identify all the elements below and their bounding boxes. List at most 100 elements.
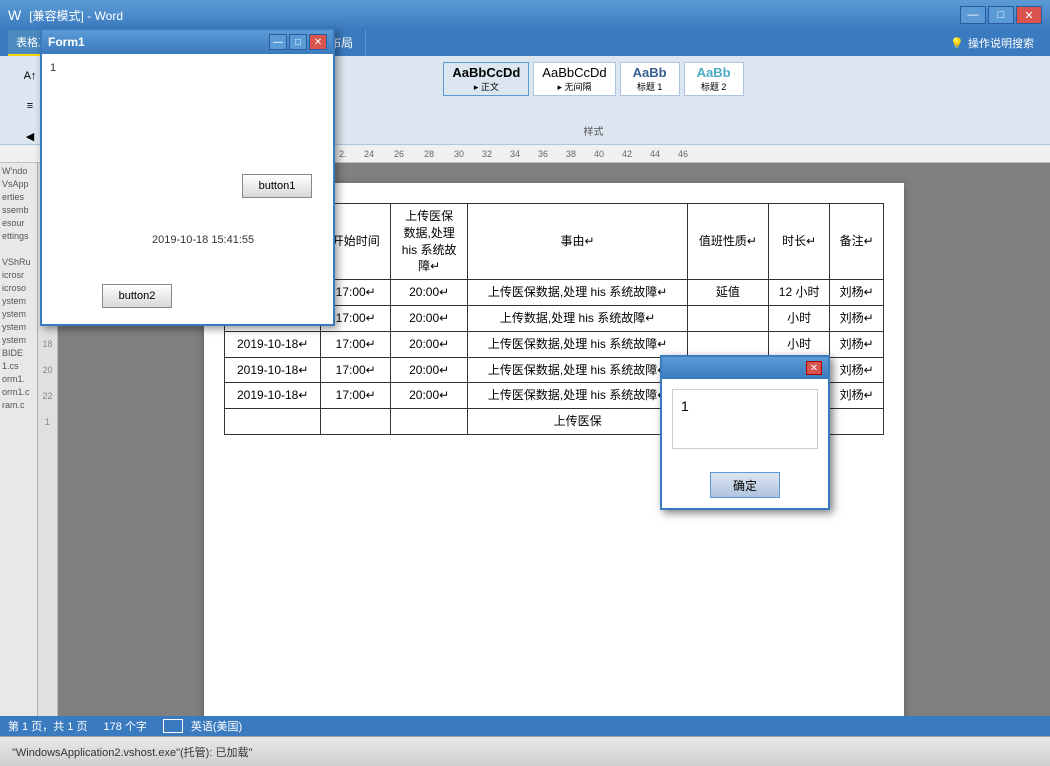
ruler-44: 44 <box>650 149 660 159</box>
title-bar: W [兼容模式] - Word — □ ✕ <box>0 0 1050 30</box>
table-row-2: 2019-10-18↵ 17:00↵ 20:00↵ 上传医保数据,处理 his … <box>225 331 884 357</box>
ruler-38: 38 <box>566 149 576 159</box>
cell-end-1: 20:00↵ <box>391 305 468 331</box>
status-bar: 第 1 页，共 1 页 178 个字 英语(美国) <box>0 716 1050 736</box>
minimize-button[interactable]: — <box>960 6 986 24</box>
form1-datetime: 2019-10-18 15:41:55 <box>152 234 254 246</box>
cell-start-2: 17:00↵ <box>321 331 391 357</box>
cell-note-0: 刘杨↵ <box>830 280 884 306</box>
form1-window: Form1 — □ ✕ 1 button1 2019-10-18 15:41:5… <box>40 28 335 326</box>
cell-date-4: 2019-10-18↵ <box>225 383 321 409</box>
dialog-confirm-btn[interactable]: 确定 <box>710 472 780 498</box>
form1-button1[interactable]: button1 <box>242 174 312 198</box>
cell-end-4: 20:00↵ <box>391 383 468 409</box>
title-bar-controls: — □ ✕ <box>960 6 1042 24</box>
sidebar-item-4: esour <box>2 217 35 229</box>
form1-label: 1 <box>50 62 56 74</box>
form1-minimize-btn[interactable]: — <box>269 34 287 50</box>
cell-dur-2: 小时 <box>768 331 829 357</box>
col-note: 备注↵ <box>830 204 884 280</box>
cell-date-3: 2019-10-18↵ <box>225 357 321 383</box>
title-bar-left: W [兼容模式] - Word <box>8 7 123 24</box>
cell-end-5 <box>391 409 468 435</box>
cell-reason-2: 上传医保数据,处理 his 系统故障↵ <box>468 331 688 357</box>
search-hint: 操作说明搜索 <box>968 35 1034 51</box>
cell-reason-3: 上传医保数据,处理 his 系统故障↵ <box>468 357 688 383</box>
sidebar-item-16: orm1. <box>2 373 35 385</box>
maximize-button[interactable]: □ <box>988 6 1014 24</box>
form1-close-btn[interactable]: ✕ <box>309 34 327 50</box>
cell-note-3: 刘杨↵ <box>830 357 884 383</box>
sidebar-item-0: W'ndo <box>2 165 35 177</box>
page-info: 第 1 页，共 1 页 <box>8 718 87 734</box>
ruler-22: 2. <box>339 149 347 159</box>
cell-type-0: 延值 <box>687 280 768 306</box>
dialog-content-text: 1 <box>681 398 689 414</box>
sidebar-item-11: ystem <box>2 308 35 320</box>
ruler-46: 46 <box>678 149 688 159</box>
cell-dur-0: 12 小时 <box>768 280 829 306</box>
sidebar-item-14: BIDE <box>2 347 35 359</box>
sidebar-item-5: ettings <box>2 230 35 242</box>
form1-button2[interactable]: button2 <box>102 284 172 308</box>
ruler-32: 32 <box>482 149 492 159</box>
form1-maximize-btn[interactable]: □ <box>289 34 307 50</box>
sidebar-item-7: VShRu <box>2 256 35 268</box>
sidebar-item-9: icroso <box>2 282 35 294</box>
cell-date-2: 2019-10-18↵ <box>225 331 321 357</box>
sidebar-item-1: VsApp <box>2 178 35 190</box>
sidebar-item-8: icrosr <box>2 269 35 281</box>
spell-check-icon[interactable] <box>163 719 183 733</box>
taskbar-text: "WindowsApplication2.vshost.exe"(托管): 已加… <box>12 744 252 760</box>
word-icon: W <box>8 7 21 23</box>
sidebar-item-12: ystem <box>2 321 35 333</box>
col-reason-header: 上传医保数据,处理his 系统故障↵ <box>391 204 468 280</box>
styles-box: AaBbCcDd ▸ 正文 AaBbCcDd ▸ 无间隔 AaBb 标题 1 A… <box>443 62 743 96</box>
sidebar-item-6 <box>2 243 35 255</box>
cell-start-4: 17:00↵ <box>321 383 391 409</box>
style-heading2[interactable]: AaBb 标题 2 <box>684 62 744 96</box>
cell-date-5 <box>225 409 321 435</box>
sidebar-item-3: ssemb <box>2 204 35 216</box>
ruler-30: 30 <box>454 149 464 159</box>
lightbulb-icon: 💡 <box>950 37 964 50</box>
style-heading1[interactable]: AaBb 标题 1 <box>620 62 680 96</box>
ruler-34: 34 <box>510 149 520 159</box>
ruler-24: 24 <box>364 149 374 159</box>
cell-note-1: 刘杨↵ <box>830 305 884 331</box>
dialog-close-btn[interactable]: ✕ <box>806 361 822 375</box>
col-type: 值班性质↵ <box>687 204 768 280</box>
sidebar-item-10: ystem <box>2 295 35 307</box>
sidebar-item-15: 1.cs <box>2 360 35 372</box>
cell-end-3: 20:00↵ <box>391 357 468 383</box>
ruler-42: 42 <box>622 149 632 159</box>
styles-label: 样式 <box>584 123 604 138</box>
dialog-content-area: 1 <box>672 389 818 449</box>
form1-title-text: Form1 <box>48 35 85 49</box>
ruler-28: 28 <box>424 149 434 159</box>
language: 英语(美国) <box>191 718 242 734</box>
ruler-26: 26 <box>394 149 404 159</box>
cell-type-1 <box>687 305 768 331</box>
taskbar: "WindowsApplication2.vshost.exe"(托管): 已加… <box>0 736 1050 766</box>
style-no-spacing[interactable]: AaBbCcDd ▸ 无间隔 <box>533 62 615 96</box>
dialog-box: ✕ 1 确定 <box>660 355 830 510</box>
dialog-title: ✕ <box>662 357 828 379</box>
sidebar-item-18: ram.c <box>2 399 35 411</box>
style-normal[interactable]: AaBbCcDd ▸ 正文 <box>443 62 529 96</box>
cell-note-4: 刘杨↵ <box>830 383 884 409</box>
cell-start-5 <box>321 409 391 435</box>
cell-note-5 <box>830 409 884 435</box>
dialog-body: 1 确定 <box>662 379 828 508</box>
cell-reason-1: 上传数据,处理 his 系统故障↵ <box>468 305 688 331</box>
col-duration: 时长↵ <box>768 204 829 280</box>
cell-type-2 <box>687 331 768 357</box>
cell-reason-4: 上传医保数据,处理 his 系统故障↵ <box>468 383 688 409</box>
sidebar-item-2: erties <box>2 191 35 203</box>
form1-body: 1 button1 2019-10-18 15:41:55 button2 <box>42 54 333 324</box>
ruler-40: 40 <box>594 149 604 159</box>
close-button[interactable]: ✕ <box>1016 6 1042 24</box>
sidebar-item-13: ystem <box>2 334 35 346</box>
cell-end-0: 20:00↵ <box>391 280 468 306</box>
cell-reason-5: 上传医保 <box>468 409 688 435</box>
